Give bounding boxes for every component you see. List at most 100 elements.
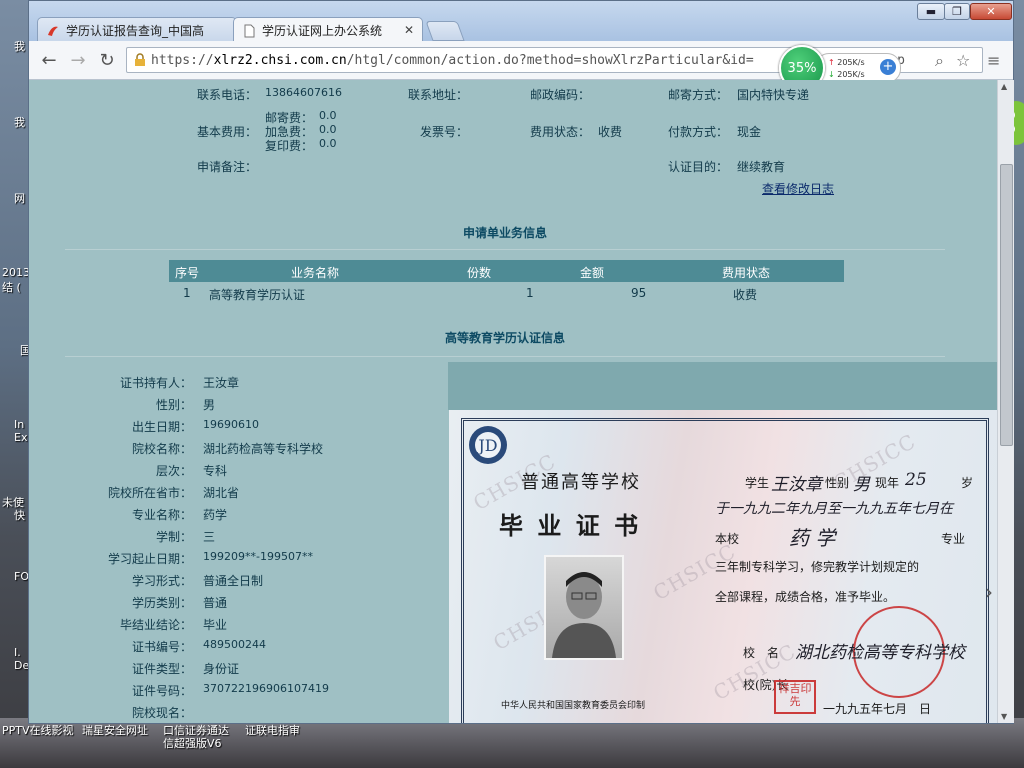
table-cell-copies: 1 <box>526 286 534 300</box>
download-speed: ↓ 205K/s <box>828 70 865 79</box>
cert-sex-value: 男 <box>853 475 870 495</box>
cert-school-name-label: 校 名 <box>743 646 780 660</box>
desktop-icon-label[interactable]: 信超强版V6 <box>163 735 222 751</box>
field-value: 489500244 <box>203 638 266 651</box>
desktop-icon-label[interactable]: 我 <box>14 38 25 54</box>
field-value: 19690610 <box>203 418 259 431</box>
scrollbar-thumb[interactable] <box>1000 164 1013 446</box>
desktop-icon-label[interactable]: 结 ( <box>2 279 21 295</box>
next-image-arrow-icon[interactable]: › <box>985 580 993 604</box>
cert-student-name: 王汝章 <box>771 475 822 495</box>
security-lock-icon <box>135 53 145 66</box>
browser-toolbar: ← → ↻ https://xlrz2.chsi.com.cn/htgl/com… <box>29 41 1013 91</box>
field-label: 层次： <box>155 464 192 478</box>
browser-window: 学历认证报告查询_中国高 学历认证网上办公系统 ✕ ▬ ❐ ✕ ← → ↻ ht… <box>28 0 1014 724</box>
urgent-fee-value: 0.0 <box>319 123 337 136</box>
cert-school-label: 本校 <box>715 532 740 546</box>
reload-button[interactable]: ↻ <box>96 50 118 71</box>
fee-status-label: 费用状态： <box>530 125 591 139</box>
cert-sex-label: 性别 <box>825 476 850 490</box>
title-bar[interactable]: 学历认证报告查询_中国高 学历认证网上办公系统 ✕ ▬ ❐ ✕ <box>29 1 1013 43</box>
close-icon: ✕ <box>986 5 996 18</box>
minimize-button[interactable]: ▬ <box>917 3 945 20</box>
desktop-icon-label[interactable]: De <box>14 659 29 672</box>
cert-study-period: 于一九九二年九月至一九九五年七月在 <box>715 501 953 517</box>
divider <box>65 356 945 357</box>
field-label: 院校现名： <box>131 706 192 720</box>
favicon-bird-icon <box>48 26 58 36</box>
maximize-button[interactable]: ❐ <box>944 3 970 20</box>
postage-value: 0.0 <box>319 109 337 122</box>
url-scheme: https:// <box>151 52 214 68</box>
field-value: 男 <box>203 398 216 412</box>
column-header: 份数 <box>467 266 492 280</box>
tab-close-icon[interactable]: ✕ <box>404 23 414 37</box>
back-button[interactable]: ← <box>38 50 60 71</box>
field-label: 证书编号： <box>131 640 192 654</box>
field-value: 普通全日制 <box>203 574 264 588</box>
cert-age-label: 现年 <box>875 476 900 490</box>
field-value: 药学 <box>203 508 228 522</box>
speed-panel: ↑ 205K/s ↓ 205K/s + <box>815 53 901 83</box>
desktop-icon-label[interactable]: FO <box>14 570 29 583</box>
field-label: 学习形式： <box>131 574 192 588</box>
field-value: 毕业 <box>203 618 228 632</box>
vertical-scrollbar[interactable]: ▲ ▼ <box>997 80 1014 723</box>
search-icon[interactable]: ⌕ <box>935 51 944 71</box>
network-speed-widget[interactable]: ↑ 205K/s ↓ 205K/s + 35% <box>779 45 901 91</box>
tab-report-query[interactable]: 学历认证报告查询_中国高 <box>37 17 237 43</box>
tab-title: 学历认证网上办公系统 <box>262 24 383 38</box>
scroll-up-arrow-icon[interactable]: ▲ <box>1001 82 1007 91</box>
field-value: 王汝章 <box>203 376 240 390</box>
tab-title: 学历认证报告查询_中国高 <box>66 24 205 38</box>
cert-major: 药 学 <box>789 526 836 550</box>
bookmark-star-icon[interactable]: ☆ <box>956 51 970 70</box>
tab-office-system[interactable]: 学历认证网上办公系统 ✕ <box>233 17 423 43</box>
table-cell-amount: 95 <box>631 286 647 300</box>
new-tab-button[interactable] <box>425 21 465 41</box>
table-cell-fee-status: 收费 <box>733 288 758 302</box>
desktop-icon-label[interactable]: 网 <box>14 190 25 206</box>
desktop-icon-label[interactable]: 瑞星安全网址 <box>82 722 148 738</box>
copy-fee-value: 0.0 <box>319 137 337 150</box>
field-label: 证件类型： <box>131 662 192 676</box>
url-host: xlrz2.chsi.com.cn <box>213 52 347 68</box>
cert-age-value: 25 <box>905 470 927 490</box>
speed-boost-plus-icon[interactable]: + <box>880 59 896 75</box>
table-cell-index: 1 <box>183 286 191 300</box>
divider <box>65 249 945 250</box>
column-header: 费用状态 <box>722 266 771 280</box>
desktop-icon-label[interactable]: 快 <box>14 507 25 523</box>
desktop-icon-label[interactable]: 2013 <box>2 266 30 279</box>
field-value: 370722196906107419 <box>203 682 329 695</box>
table-cell-service: 高等教育学历认证 <box>209 288 306 302</box>
field-label: 出生日期： <box>131 420 192 434</box>
certificate-photo-header <box>448 362 997 410</box>
desktop-icon-label[interactable]: PPTV在线影视 <box>2 722 74 738</box>
cert-issuer: 中华人民共和国国家教育委员会印制 <box>501 701 646 711</box>
field-label: 专业名称： <box>131 508 192 522</box>
cert-age-unit: 岁 <box>961 476 974 490</box>
download-speed-value: 205K/s <box>837 70 865 79</box>
desktop-icon-label[interactable]: 我 <box>14 114 25 130</box>
url-path: /htgl/common/action.do?method=showXlrzPa… <box>346 52 754 68</box>
scroll-down-arrow-icon[interactable]: ▼ <box>1001 712 1007 721</box>
desktop-icon-label[interactable]: 证联电指审 <box>245 722 300 738</box>
page-content: 联系电话： 13864607616 联系地址： 邮政编码： 邮寄方式： 国内特快… <box>29 80 997 723</box>
field-value: 湖北药检高等专科学校 <box>203 442 324 456</box>
desktop-icon-label[interactable]: In <box>14 418 24 431</box>
phone-label: 联系电话： <box>197 88 258 102</box>
field-label: 毕结业结论： <box>119 618 192 632</box>
cert-body-line: 全部课程，成绩合格，准予毕业。 <box>715 590 896 604</box>
menu-icon[interactable]: ≡ <box>987 51 1000 70</box>
forward-button[interactable]: → <box>67 49 89 71</box>
certificate-title: 毕 业 证 书 <box>499 511 642 540</box>
pay-method-value: 现金 <box>737 125 762 139</box>
forward-arrow-icon: → <box>70 49 86 71</box>
cert-major-label: 专业 <box>941 532 966 546</box>
desktop-icon-label[interactable]: I. <box>14 646 21 659</box>
view-change-log-link[interactable]: 查看修改日志 <box>762 180 834 197</box>
close-button[interactable]: ✕ <box>970 3 1012 20</box>
desktop-icon-label[interactable]: Ex <box>14 431 27 444</box>
page-icon <box>244 24 255 37</box>
